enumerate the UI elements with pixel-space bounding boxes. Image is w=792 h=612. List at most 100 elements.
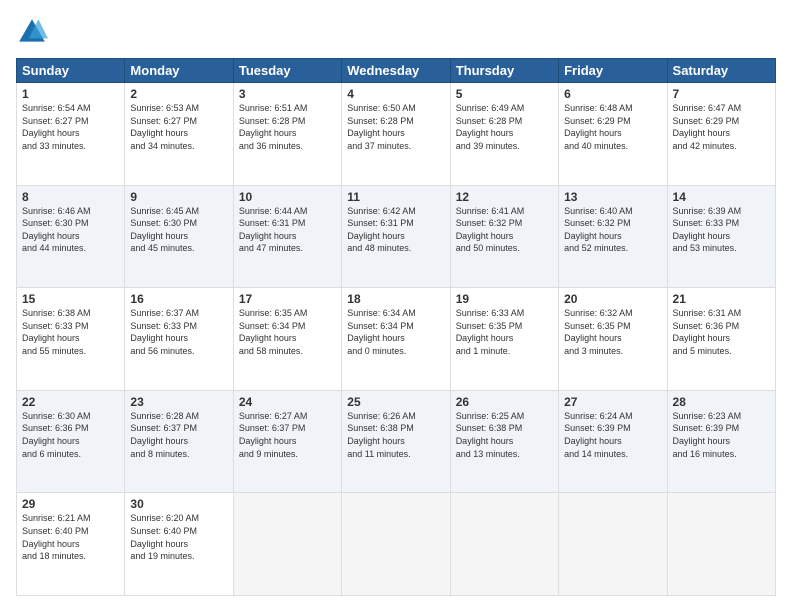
calendar-cell: 4 Sunrise: 6:50 AMSunset: 6:28 PMDayligh… bbox=[342, 83, 450, 186]
day-number: 11 bbox=[347, 190, 444, 204]
calendar-cell: 2 Sunrise: 6:53 AMSunset: 6:27 PMDayligh… bbox=[125, 83, 233, 186]
day-info: Sunrise: 6:54 AMSunset: 6:27 PMDaylight … bbox=[22, 102, 119, 152]
calendar-week-3: 15 Sunrise: 6:38 AMSunset: 6:33 PMDaylig… bbox=[17, 288, 776, 391]
page: SundayMondayTuesdayWednesdayThursdayFrid… bbox=[0, 0, 792, 612]
calendar-cell: 14 Sunrise: 6:39 AMSunset: 6:33 PMDaylig… bbox=[667, 185, 775, 288]
day-number: 16 bbox=[130, 292, 227, 306]
calendar-cell bbox=[667, 493, 775, 596]
day-number: 24 bbox=[239, 395, 336, 409]
day-number: 18 bbox=[347, 292, 444, 306]
weekday-header-wednesday: Wednesday bbox=[342, 59, 450, 83]
calendar-cell: 22 Sunrise: 6:30 AMSunset: 6:36 PMDaylig… bbox=[17, 390, 125, 493]
calendar-cell: 26 Sunrise: 6:25 AMSunset: 6:38 PMDaylig… bbox=[450, 390, 558, 493]
weekday-header-thursday: Thursday bbox=[450, 59, 558, 83]
day-info: Sunrise: 6:46 AMSunset: 6:30 PMDaylight … bbox=[22, 205, 119, 255]
calendar-cell: 18 Sunrise: 6:34 AMSunset: 6:34 PMDaylig… bbox=[342, 288, 450, 391]
day-info: Sunrise: 6:45 AMSunset: 6:30 PMDaylight … bbox=[130, 205, 227, 255]
day-info: Sunrise: 6:42 AMSunset: 6:31 PMDaylight … bbox=[347, 205, 444, 255]
calendar-cell: 17 Sunrise: 6:35 AMSunset: 6:34 PMDaylig… bbox=[233, 288, 341, 391]
day-number: 23 bbox=[130, 395, 227, 409]
day-info: Sunrise: 6:27 AMSunset: 6:37 PMDaylight … bbox=[239, 410, 336, 460]
calendar-cell: 11 Sunrise: 6:42 AMSunset: 6:31 PMDaylig… bbox=[342, 185, 450, 288]
weekday-header-saturday: Saturday bbox=[667, 59, 775, 83]
calendar-cell: 28 Sunrise: 6:23 AMSunset: 6:39 PMDaylig… bbox=[667, 390, 775, 493]
calendar-cell: 10 Sunrise: 6:44 AMSunset: 6:31 PMDaylig… bbox=[233, 185, 341, 288]
calendar-cell: 9 Sunrise: 6:45 AMSunset: 6:30 PMDayligh… bbox=[125, 185, 233, 288]
day-number: 29 bbox=[22, 497, 119, 511]
calendar-week-4: 22 Sunrise: 6:30 AMSunset: 6:36 PMDaylig… bbox=[17, 390, 776, 493]
day-info: Sunrise: 6:35 AMSunset: 6:34 PMDaylight … bbox=[239, 307, 336, 357]
calendar-cell: 16 Sunrise: 6:37 AMSunset: 6:33 PMDaylig… bbox=[125, 288, 233, 391]
day-info: Sunrise: 6:51 AMSunset: 6:28 PMDaylight … bbox=[239, 102, 336, 152]
calendar-cell: 15 Sunrise: 6:38 AMSunset: 6:33 PMDaylig… bbox=[17, 288, 125, 391]
calendar-cell bbox=[450, 493, 558, 596]
logo bbox=[16, 16, 52, 48]
day-info: Sunrise: 6:30 AMSunset: 6:36 PMDaylight … bbox=[22, 410, 119, 460]
weekday-header-friday: Friday bbox=[559, 59, 667, 83]
day-number: 9 bbox=[130, 190, 227, 204]
day-info: Sunrise: 6:47 AMSunset: 6:29 PMDaylight … bbox=[673, 102, 770, 152]
day-info: Sunrise: 6:33 AMSunset: 6:35 PMDaylight … bbox=[456, 307, 553, 357]
calendar-table: SundayMondayTuesdayWednesdayThursdayFrid… bbox=[16, 58, 776, 596]
day-info: Sunrise: 6:24 AMSunset: 6:39 PMDaylight … bbox=[564, 410, 661, 460]
weekday-header-row: SundayMondayTuesdayWednesdayThursdayFrid… bbox=[17, 59, 776, 83]
weekday-header-tuesday: Tuesday bbox=[233, 59, 341, 83]
day-info: Sunrise: 6:31 AMSunset: 6:36 PMDaylight … bbox=[673, 307, 770, 357]
day-number: 12 bbox=[456, 190, 553, 204]
day-number: 6 bbox=[564, 87, 661, 101]
day-number: 28 bbox=[673, 395, 770, 409]
day-number: 25 bbox=[347, 395, 444, 409]
calendar-cell: 27 Sunrise: 6:24 AMSunset: 6:39 PMDaylig… bbox=[559, 390, 667, 493]
day-number: 19 bbox=[456, 292, 553, 306]
day-number: 21 bbox=[673, 292, 770, 306]
calendar-cell: 23 Sunrise: 6:28 AMSunset: 6:37 PMDaylig… bbox=[125, 390, 233, 493]
weekday-header-sunday: Sunday bbox=[17, 59, 125, 83]
day-info: Sunrise: 6:49 AMSunset: 6:28 PMDaylight … bbox=[456, 102, 553, 152]
day-number: 1 bbox=[22, 87, 119, 101]
day-info: Sunrise: 6:25 AMSunset: 6:38 PMDaylight … bbox=[456, 410, 553, 460]
header bbox=[16, 16, 776, 48]
day-info: Sunrise: 6:53 AMSunset: 6:27 PMDaylight … bbox=[130, 102, 227, 152]
calendar-cell: 30 Sunrise: 6:20 AMSunset: 6:40 PMDaylig… bbox=[125, 493, 233, 596]
calendar-cell: 19 Sunrise: 6:33 AMSunset: 6:35 PMDaylig… bbox=[450, 288, 558, 391]
day-info: Sunrise: 6:39 AMSunset: 6:33 PMDaylight … bbox=[673, 205, 770, 255]
calendar-cell bbox=[342, 493, 450, 596]
day-number: 30 bbox=[130, 497, 227, 511]
day-number: 15 bbox=[22, 292, 119, 306]
day-number: 14 bbox=[673, 190, 770, 204]
calendar-cell: 21 Sunrise: 6:31 AMSunset: 6:36 PMDaylig… bbox=[667, 288, 775, 391]
calendar-cell: 29 Sunrise: 6:21 AMSunset: 6:40 PMDaylig… bbox=[17, 493, 125, 596]
calendar-week-2: 8 Sunrise: 6:46 AMSunset: 6:30 PMDayligh… bbox=[17, 185, 776, 288]
calendar-week-5: 29 Sunrise: 6:21 AMSunset: 6:40 PMDaylig… bbox=[17, 493, 776, 596]
day-info: Sunrise: 6:26 AMSunset: 6:38 PMDaylight … bbox=[347, 410, 444, 460]
day-number: 4 bbox=[347, 87, 444, 101]
calendar-cell: 13 Sunrise: 6:40 AMSunset: 6:32 PMDaylig… bbox=[559, 185, 667, 288]
day-info: Sunrise: 6:50 AMSunset: 6:28 PMDaylight … bbox=[347, 102, 444, 152]
day-info: Sunrise: 6:20 AMSunset: 6:40 PMDaylight … bbox=[130, 512, 227, 562]
day-info: Sunrise: 6:28 AMSunset: 6:37 PMDaylight … bbox=[130, 410, 227, 460]
day-number: 17 bbox=[239, 292, 336, 306]
calendar-cell: 12 Sunrise: 6:41 AMSunset: 6:32 PMDaylig… bbox=[450, 185, 558, 288]
calendar-cell: 5 Sunrise: 6:49 AMSunset: 6:28 PMDayligh… bbox=[450, 83, 558, 186]
calendar-cell: 24 Sunrise: 6:27 AMSunset: 6:37 PMDaylig… bbox=[233, 390, 341, 493]
day-info: Sunrise: 6:44 AMSunset: 6:31 PMDaylight … bbox=[239, 205, 336, 255]
day-info: Sunrise: 6:40 AMSunset: 6:32 PMDaylight … bbox=[564, 205, 661, 255]
day-number: 3 bbox=[239, 87, 336, 101]
calendar-week-1: 1 Sunrise: 6:54 AMSunset: 6:27 PMDayligh… bbox=[17, 83, 776, 186]
day-number: 5 bbox=[456, 87, 553, 101]
day-info: Sunrise: 6:37 AMSunset: 6:33 PMDaylight … bbox=[130, 307, 227, 357]
day-info: Sunrise: 6:34 AMSunset: 6:34 PMDaylight … bbox=[347, 307, 444, 357]
day-info: Sunrise: 6:32 AMSunset: 6:35 PMDaylight … bbox=[564, 307, 661, 357]
day-number: 10 bbox=[239, 190, 336, 204]
day-number: 2 bbox=[130, 87, 227, 101]
calendar-cell: 25 Sunrise: 6:26 AMSunset: 6:38 PMDaylig… bbox=[342, 390, 450, 493]
day-number: 22 bbox=[22, 395, 119, 409]
day-info: Sunrise: 6:41 AMSunset: 6:32 PMDaylight … bbox=[456, 205, 553, 255]
calendar-cell: 20 Sunrise: 6:32 AMSunset: 6:35 PMDaylig… bbox=[559, 288, 667, 391]
calendar-cell bbox=[559, 493, 667, 596]
day-number: 8 bbox=[22, 190, 119, 204]
day-info: Sunrise: 6:38 AMSunset: 6:33 PMDaylight … bbox=[22, 307, 119, 357]
day-info: Sunrise: 6:23 AMSunset: 6:39 PMDaylight … bbox=[673, 410, 770, 460]
calendar-cell: 6 Sunrise: 6:48 AMSunset: 6:29 PMDayligh… bbox=[559, 83, 667, 186]
day-number: 20 bbox=[564, 292, 661, 306]
